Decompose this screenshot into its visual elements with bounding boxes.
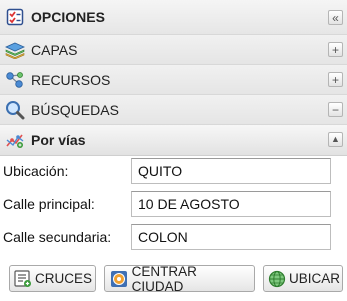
collapse-por-vias-button[interactable]: ▲ (328, 132, 343, 147)
section-label: BÚSQUEDAS (31, 101, 119, 118)
cruces-button-label: CRUCES (35, 271, 93, 286)
subsection-por-vias[interactable]: Por vías ▲ (0, 125, 347, 156)
list-icon (14, 269, 32, 289)
ubicar-button[interactable]: UBICAR (263, 265, 343, 292)
magnifier-icon (5, 100, 25, 120)
centrar-ciudad-button-label: CENTRAR CIUDAD (131, 263, 197, 294)
centrar-ciudad-button[interactable]: CENTRAR CIUDAD (104, 263, 255, 294)
collapse-panel-button[interactable]: « (328, 10, 343, 25)
checklist-icon (5, 7, 25, 27)
target-icon (109, 269, 129, 289)
route-icon (5, 130, 25, 150)
location-label: Ubicación: (3, 163, 69, 179)
collapse-busquedas-button[interactable]: − (328, 102, 343, 117)
subsection-title: Por vías (31, 132, 86, 148)
section-label: CAPAS (31, 41, 78, 58)
ubicar-button-label: UBICAR (289, 271, 341, 286)
expand-capas-button[interactable]: + (328, 42, 343, 57)
section-label: RECURSOS (31, 71, 111, 88)
panel-header: OPCIONES « (0, 0, 347, 35)
secondary-street-label: Calle secundaria: (3, 229, 112, 245)
section-capas[interactable]: CAPAS + (0, 35, 347, 65)
section-busquedas[interactable]: BÚSQUEDAS − (0, 95, 347, 125)
globe-icon (268, 269, 286, 289)
main-street-input[interactable] (131, 191, 331, 217)
cruces-button[interactable]: CRUCES (9, 265, 96, 292)
options-panel: OPCIONES « CAPAS + RECURSOS + BÚSQUEDAS … (0, 0, 347, 301)
panel-title: OPCIONES (31, 9, 105, 25)
location-input[interactable] (131, 158, 331, 184)
layers-icon (5, 40, 25, 60)
secondary-street-input[interactable] (131, 224, 331, 250)
expand-recursos-button[interactable]: + (328, 72, 343, 87)
main-street-label: Calle principal: (3, 196, 95, 212)
section-recursos[interactable]: RECURSOS + (0, 65, 347, 95)
network-icon (5, 70, 25, 90)
